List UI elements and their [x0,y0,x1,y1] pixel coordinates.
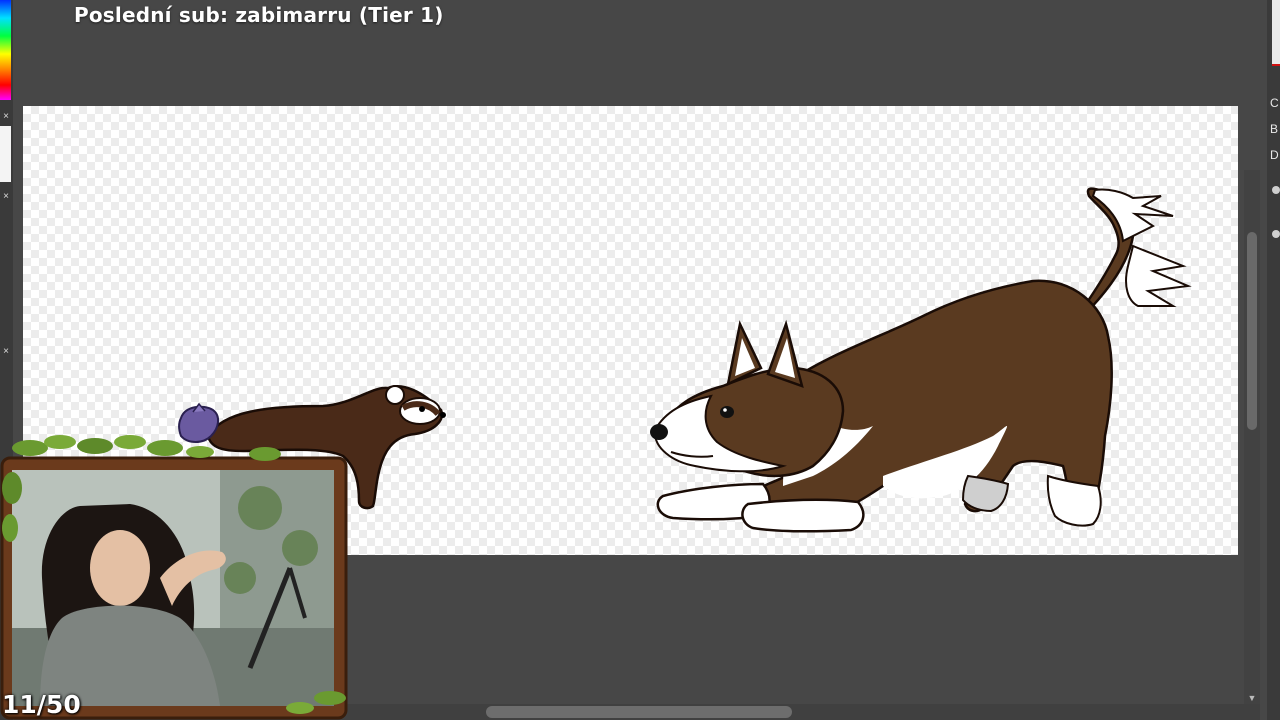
goal-counter: 11/50 [2,690,81,719]
right-panel-strip: C B D [1267,0,1280,720]
vertical-scroll-thumb[interactable] [1247,232,1257,430]
panel-label-d[interactable]: D [1270,148,1280,162]
color-spectrum-bar[interactable] [0,0,11,100]
close-icon[interactable]: × [0,346,12,358]
close-icon[interactable]: × [0,191,12,203]
brush-preview-swatch[interactable] [0,126,11,182]
panel-label-c[interactable]: C [1270,96,1280,110]
color-swatch[interactable] [1272,0,1280,66]
radio-dot-icon[interactable] [1272,186,1280,194]
panel-label-b[interactable]: B [1270,122,1280,136]
dog-illustration [650,187,1192,533]
radio-dot-icon[interactable] [1272,230,1280,238]
last-sub-overlay: Poslední sub: zabimarru (Tier 1) [74,3,444,27]
webcam-overlay [0,435,348,720]
close-icon[interactable]: × [0,111,12,123]
scroll-down-arrow-icon[interactable]: ▼ [1247,693,1257,703]
horizontal-scroll-thumb[interactable] [486,706,792,718]
